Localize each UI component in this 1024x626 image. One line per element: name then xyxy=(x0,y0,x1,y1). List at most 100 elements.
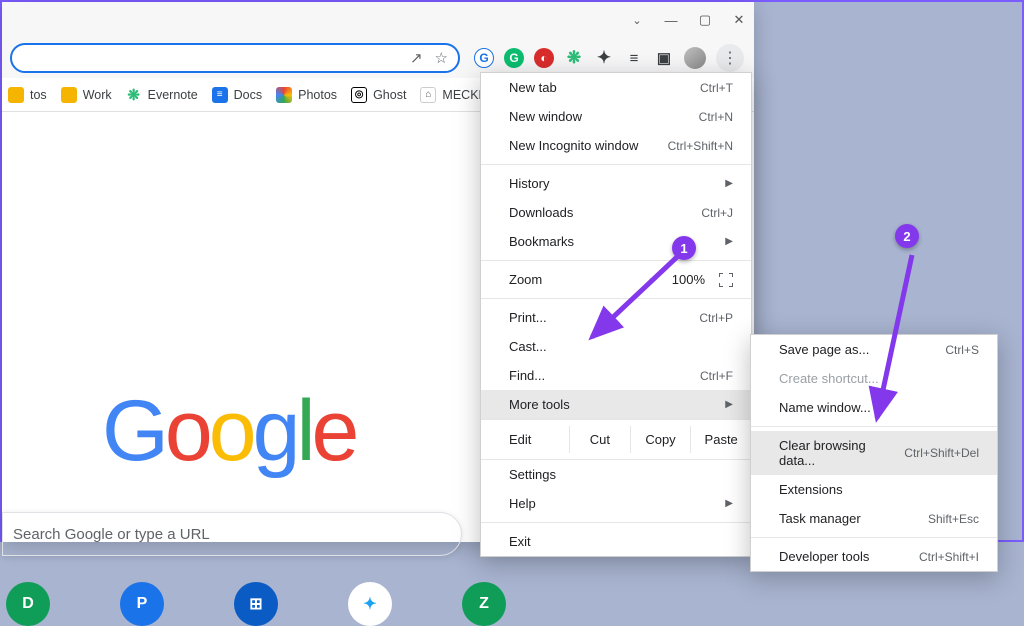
extension-icon[interactable]: ❋ xyxy=(564,48,584,68)
menu-more-tools[interactable]: More tools ▶ xyxy=(481,390,751,419)
menu-new-window[interactable]: New window Ctrl+N xyxy=(481,102,751,131)
menu-find[interactable]: Find... Ctrl+F xyxy=(481,361,751,390)
ghost-icon: ◎ xyxy=(351,87,367,103)
menu-help[interactable]: Help ▶ xyxy=(481,489,751,518)
bookmark-item[interactable]: Photos xyxy=(276,87,337,103)
evernote-icon: ❋ xyxy=(126,87,142,103)
shortcut-tile[interactable]: P xyxy=(120,582,164,626)
tab-chevron-icon[interactable]: ⌄ xyxy=(630,13,644,27)
extension-icon[interactable]: G xyxy=(504,48,524,68)
menu-label: Print... xyxy=(509,310,547,325)
annotation-arrow-2 xyxy=(857,250,937,430)
menu-label: Developer tools xyxy=(779,549,869,564)
annotation-arrow-1 xyxy=(582,252,692,352)
google-logo: Google xyxy=(102,382,355,481)
extension-icon[interactable]: G xyxy=(474,48,494,68)
menu-label: Edit xyxy=(509,432,569,447)
menu-settings[interactable]: Settings xyxy=(481,460,751,489)
submenu-task-manager[interactable]: Task manager Shift+Esc xyxy=(751,504,997,533)
shortcut-tile[interactable]: ✦ xyxy=(348,582,392,626)
bookmark-item[interactable]: ≡ Docs xyxy=(212,87,262,103)
bookmark-label: Evernote xyxy=(148,88,198,102)
menu-shortcut: Ctrl+T xyxy=(700,81,733,95)
omnibox[interactable]: ↗ ☆ xyxy=(10,43,460,73)
shortcut-tile[interactable]: D xyxy=(6,582,50,626)
menu-label: Downloads xyxy=(509,205,573,220)
menu-label: Help xyxy=(509,496,536,511)
extensions-puzzle-icon[interactable]: ✦ xyxy=(594,48,614,68)
annotation-badge-2: 2 xyxy=(895,224,919,248)
close-button[interactable]: ✕ xyxy=(732,13,746,27)
menu-shortcut: Ctrl+N xyxy=(699,110,733,124)
profile-avatar[interactable] xyxy=(684,47,706,69)
menu-shortcut: Ctrl+P xyxy=(699,311,733,325)
bookmark-label: Ghost xyxy=(373,88,406,102)
bookmark-item[interactable]: tos xyxy=(8,87,47,103)
menu-history[interactable]: History ▶ xyxy=(481,169,751,198)
bookmark-star-icon[interactable]: ☆ xyxy=(435,49,448,67)
site-icon: ⌂ xyxy=(420,87,436,103)
bookmark-item[interactable]: Work xyxy=(61,87,112,103)
menu-label: Bookmarks xyxy=(509,234,574,249)
menu-shortcut: Ctrl+Shift+I xyxy=(919,550,979,564)
bookmark-label: Docs xyxy=(234,88,262,102)
submenu-arrow-icon: ▶ xyxy=(725,236,733,247)
shortcut-tile[interactable]: ⊞ xyxy=(234,582,278,626)
menu-label: Cast... xyxy=(509,339,547,354)
menu-shortcut: Shift+Esc xyxy=(928,512,979,526)
menu-separator xyxy=(751,537,997,538)
menu-new-incognito[interactable]: New Incognito window Ctrl+Shift+N xyxy=(481,131,751,160)
submenu-clear-browsing-data[interactable]: Clear browsing data... Ctrl+Shift+Del xyxy=(751,431,997,475)
submenu-arrow-icon: ▶ xyxy=(725,178,733,189)
folder-icon xyxy=(8,87,24,103)
menu-shortcut: Ctrl+J xyxy=(701,206,733,220)
menu-label: Find... xyxy=(509,368,545,383)
extension-icon[interactable]: ◐ xyxy=(534,48,554,68)
menu-label: Extensions xyxy=(779,482,843,497)
search-input[interactable]: Search Google or type a URL xyxy=(2,512,462,556)
side-panel-icon[interactable]: ▣ xyxy=(654,48,674,68)
bookmark-item[interactable]: ❋ Evernote xyxy=(126,87,198,103)
menu-edit: Edit Cut Copy Paste xyxy=(481,419,751,460)
chrome-menu-button[interactable]: ⋮ xyxy=(716,44,744,72)
photos-icon xyxy=(276,87,292,103)
menu-label: More tools xyxy=(509,397,570,412)
search-placeholder: Search Google or type a URL xyxy=(13,526,210,543)
shortcut-tiles: D P ⊞ ✦ Z xyxy=(2,582,506,626)
menu-label: Clear browsing data... xyxy=(779,438,904,468)
menu-label: Task manager xyxy=(779,511,861,526)
menu-label: History xyxy=(509,176,549,191)
reading-list-icon[interactable]: ≡ xyxy=(624,48,644,68)
fullscreen-button[interactable] xyxy=(719,273,733,287)
maximize-button[interactable]: ▢ xyxy=(698,13,712,27)
titlebar: ⌄ — ▢ ✕ xyxy=(2,2,754,38)
bookmark-label: Work xyxy=(83,88,112,102)
minimize-button[interactable]: — xyxy=(664,13,678,27)
share-icon[interactable]: ↗ xyxy=(410,49,423,67)
extensions-row: G G ◐ ❋ ✦ ≡ ▣ ⋮ xyxy=(474,44,744,72)
bookmark-label: Photos xyxy=(298,88,337,102)
menu-label: New window xyxy=(509,109,582,124)
menu-shortcut: Ctrl+S xyxy=(945,343,979,357)
menu-new-tab[interactable]: New tab Ctrl+T xyxy=(481,73,751,102)
menu-shortcut: Ctrl+F xyxy=(700,369,733,383)
menu-label: New tab xyxy=(509,80,557,95)
menu-downloads[interactable]: Downloads Ctrl+J xyxy=(481,198,751,227)
submenu-arrow-icon: ▶ xyxy=(725,399,733,410)
submenu-extensions[interactable]: Extensions xyxy=(751,475,997,504)
menu-label: New Incognito window xyxy=(509,138,638,153)
menu-label: Zoom xyxy=(509,272,569,287)
submenu-developer-tools[interactable]: Developer tools Ctrl+Shift+I xyxy=(751,542,997,571)
bookmark-item[interactable]: ◎ Ghost xyxy=(351,87,406,103)
menu-shortcut: Ctrl+Shift+Del xyxy=(904,446,979,460)
menu-separator xyxy=(481,522,751,523)
shortcut-tile[interactable]: Z xyxy=(462,582,506,626)
edit-cut-button[interactable]: Cut xyxy=(569,426,630,453)
edit-paste-button[interactable]: Paste xyxy=(690,426,751,453)
bookmark-label: tos xyxy=(30,88,47,102)
menu-label: Settings xyxy=(509,467,556,482)
edit-copy-button[interactable]: Copy xyxy=(630,426,691,453)
docs-icon: ≡ xyxy=(212,87,228,103)
folder-icon xyxy=(61,87,77,103)
menu-label: Save page as... xyxy=(779,342,869,357)
